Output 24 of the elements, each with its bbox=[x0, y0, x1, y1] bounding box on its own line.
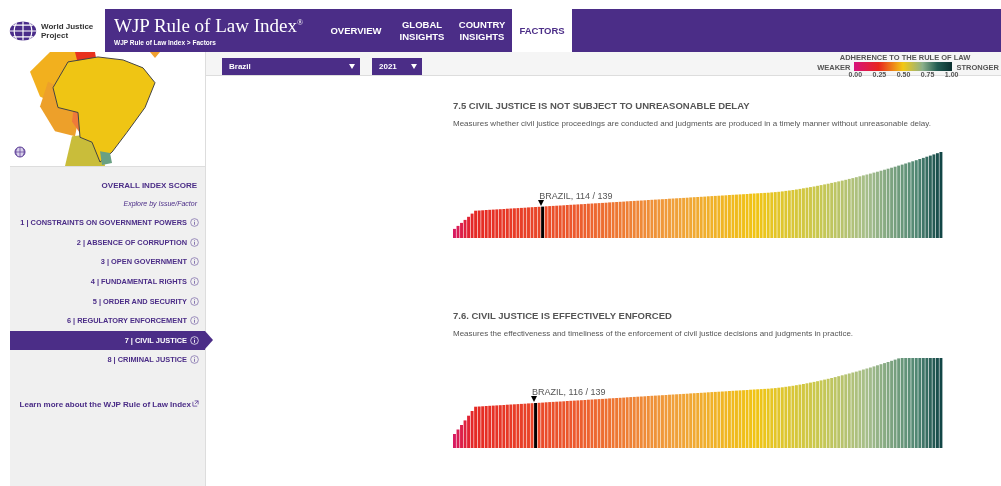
learn-more-link[interactable]: Learn more about the WJP Rule of Law Index bbox=[19, 399, 191, 409]
marker-label: BRAZIL, 114 / 139 bbox=[539, 190, 613, 201]
section-description: Measures whether civil justice proceedings are conducted and judgments are produced in a timely manner without unreasonable delay. bbox=[453, 119, 932, 128]
marker-icon bbox=[538, 199, 545, 206]
section-title: 7.6. CIVIL JUSTICE IS EFFECTIVELY ENFORCED bbox=[453, 310, 673, 321]
nav-tab[interactable]: OVERVIEW bbox=[320, 9, 392, 52]
nav-tab[interactable]: FACTORS bbox=[512, 9, 572, 52]
external-link-icon bbox=[192, 399, 199, 407]
logo[interactable]: World Justice Project bbox=[0, 9, 105, 52]
marker-label: BRAZIL, 116 / 139 bbox=[532, 387, 606, 398]
logo-text: World Justice Project bbox=[41, 21, 95, 40]
section-title: 7.5 CIVIL JUSTICE IS NOT SUBJECT TO UNREASONABLE DELAY bbox=[453, 100, 751, 111]
year-dropdown[interactable]: 2021 bbox=[372, 58, 422, 75]
country-dropdown[interactable]: Brazil bbox=[222, 58, 360, 75]
globe-logo-icon bbox=[8, 19, 38, 42]
caret-icon bbox=[411, 64, 417, 69]
overall-score-link[interactable]: OVERALL INDEX SCORE bbox=[10, 177, 205, 196]
caret-icon bbox=[349, 64, 355, 69]
section-description: Measures the effectiveness and timeliness of the enforcement of civil justice decisions and judgments in practice. bbox=[453, 329, 855, 338]
nav-tab[interactable]: GLOBAL INSIGHTS bbox=[392, 9, 452, 52]
site-title[interactable]: WJP Rule of Law Index$^{®}$ bbox=[114, 14, 303, 38]
nav-tab[interactable]: COUNTRY INSIGHTS bbox=[452, 9, 512, 52]
globe-icon[interactable] bbox=[14, 146, 26, 158]
marker-icon bbox=[531, 396, 538, 403]
